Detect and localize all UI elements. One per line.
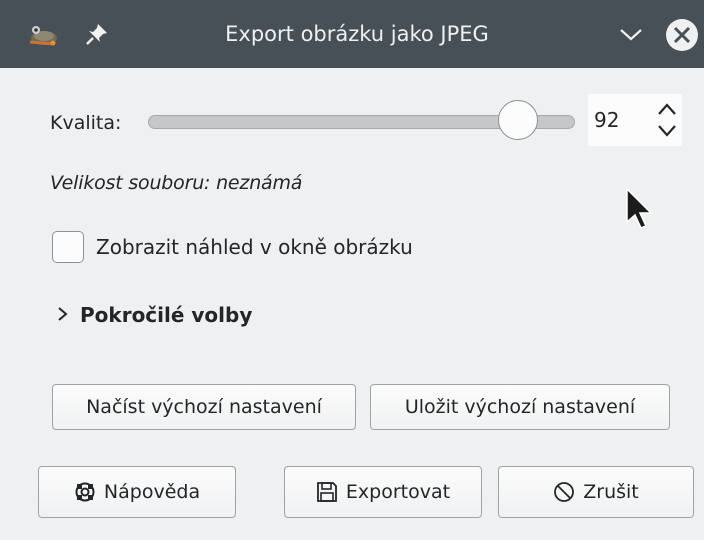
help-button-label: Nápověda [103, 481, 201, 503]
pin-icon[interactable] [84, 21, 110, 47]
save-disk-icon [317, 482, 337, 502]
cancel-button[interactable]: Zrušit [498, 466, 694, 518]
mouse-cursor-icon [626, 187, 653, 229]
advanced-options-expander[interactable]: Pokročilé volby [80, 300, 252, 330]
preview-checkbox[interactable] [52, 231, 84, 263]
quality-spinbox[interactable]: 92 [588, 94, 682, 146]
chevron-right-icon[interactable] [56, 304, 70, 324]
preview-checkbox-label[interactable]: Zobrazit náhled v okně obrázku [96, 232, 413, 262]
chevron-down-icon[interactable] [618, 24, 644, 44]
quality-value[interactable]: 92 [594, 94, 619, 146]
gimp-app-icon[interactable] [26, 20, 60, 48]
cancel-button-label: Zrušit [583, 481, 639, 503]
export-button[interactable]: Exportovat [284, 466, 482, 518]
cancel-icon [554, 482, 575, 502]
save-defaults-label: Uložit výchozí nastavení [404, 396, 636, 418]
export-button-label: Exportovat [345, 481, 451, 503]
quality-label: Kvalita: [50, 112, 122, 134]
window-title: Export obrázku jako JPEG [225, 22, 489, 46]
title-bar: Export obrázku jako JPEG [0, 0, 704, 68]
close-icon[interactable] [664, 17, 700, 53]
spin-arrows-icon[interactable] [656, 98, 678, 142]
save-defaults-button[interactable]: Uložit výchozí nastavení [370, 384, 670, 430]
file-size-label: Velikost souboru: neznámá [50, 172, 303, 194]
load-defaults-button[interactable]: Načíst výchozí nastavení [52, 384, 356, 430]
help-icon [75, 482, 95, 502]
load-defaults-label: Načíst výchozí nastavení [86, 396, 322, 418]
quality-slider-handle[interactable] [498, 100, 538, 140]
help-button[interactable]: Nápověda [38, 466, 236, 518]
